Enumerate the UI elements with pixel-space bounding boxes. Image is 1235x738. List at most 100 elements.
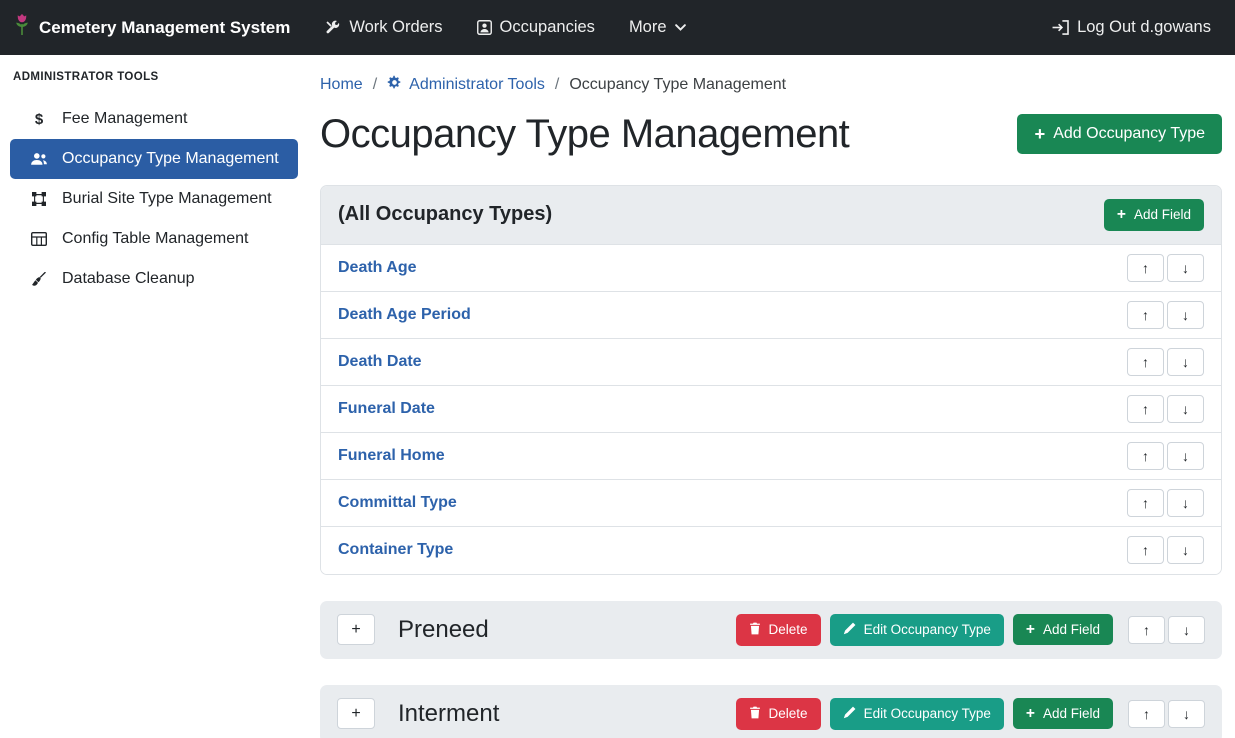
breadcrumb-current: Occupancy Type Management — [569, 76, 786, 94]
field-row: Death Date ↑↓ — [321, 339, 1221, 386]
gear-icon — [387, 75, 402, 95]
plus-icon: + — [1026, 706, 1035, 722]
top-navbar: Cemetery Management System Work Orders O… — [0, 0, 1235, 55]
add-occupancy-type-label: Add Occupancy Type — [1053, 125, 1205, 143]
move-down-button[interactable]: ↓ — [1168, 616, 1205, 644]
field-link[interactable]: Funeral Date — [338, 400, 435, 418]
occupancies-icon — [477, 20, 492, 35]
table-icon — [28, 232, 50, 246]
sidebar-item-label: Database Cleanup — [62, 270, 195, 288]
work-orders-icon — [324, 20, 341, 35]
sidebar-item-label: Burial Site Type Management — [62, 190, 272, 208]
field-link[interactable]: Death Date — [338, 353, 422, 371]
nav-more-label: More — [629, 18, 667, 37]
sidebar-heading: Administrator Tools — [0, 71, 308, 83]
move-up-button[interactable]: ↑ — [1127, 301, 1164, 329]
occupancy-type-section-interment: + Interment Delete Edit Occupancy Type +Add … — [320, 685, 1222, 738]
delete-button[interactable]: Delete — [736, 698, 821, 730]
edit-occupancy-type-button[interactable]: Edit Occupancy Type — [830, 698, 1004, 730]
field-row: Container Type ↑↓ — [321, 527, 1221, 574]
dollar-icon: $ — [28, 111, 50, 128]
sidebar: Administrator Tools $ Fee Management Occup… — [0, 55, 308, 738]
nav-work-orders[interactable]: Work Orders — [324, 18, 442, 37]
breadcrumb-home-link[interactable]: Home — [320, 76, 363, 94]
sidebar-item-fee-management[interactable]: $ Fee Management — [10, 99, 298, 139]
add-occupancy-type-button[interactable]: + Add Occupancy Type — [1017, 114, 1222, 154]
field-list: Death Age↑↓Death Age Period↑↓Death Date↑… — [321, 245, 1221, 574]
sidebar-item-occupancy-type-management[interactable]: Occupancy Type Management — [10, 139, 298, 179]
nav-more[interactable]: More — [629, 18, 686, 37]
plus-icon: + — [1034, 125, 1045, 143]
logout-link[interactable]: Log Out d.gowans — [1052, 18, 1211, 37]
app-brand: Cemetery Management System — [14, 14, 290, 41]
move-down-button[interactable]: ↓ — [1167, 395, 1204, 423]
move-down-button[interactable]: ↓ — [1168, 700, 1205, 728]
breadcrumb-separator: / — [555, 76, 559, 94]
move-down-button[interactable]: ↓ — [1167, 536, 1204, 564]
reorder-controls: ↑↓ — [1127, 442, 1204, 470]
field-link[interactable]: Funeral Home — [338, 447, 445, 465]
sidebar-item-label: Fee Management — [62, 110, 187, 128]
move-down-button[interactable]: ↓ — [1167, 254, 1204, 282]
add-field-button[interactable]: +Add Field — [1013, 614, 1113, 646]
move-up-button[interactable]: ↑ — [1127, 395, 1164, 423]
sidebar-item-database-cleanup[interactable]: Database Cleanup — [10, 259, 298, 299]
flower-logo-icon — [14, 14, 30, 41]
breadcrumb-admin-tools-label: Administrator Tools — [409, 76, 545, 94]
all-occupancy-types-header: (All Occupancy Types) + Add Field — [321, 186, 1221, 245]
breadcrumb-admin-tools-link[interactable]: Administrator Tools — [387, 75, 545, 95]
logout-label: Log Out d.gowans — [1077, 18, 1211, 37]
move-down-button[interactable]: ↓ — [1167, 348, 1204, 376]
chevron-down-icon — [675, 24, 686, 31]
move-down-button[interactable]: ↓ — [1167, 442, 1204, 470]
sidebar-list: $ Fee Management Occupancy Type Management… — [0, 99, 308, 299]
expand-button[interactable]: + — [337, 698, 375, 729]
move-up-button[interactable]: ↑ — [1127, 536, 1164, 564]
trash-icon — [749, 706, 761, 722]
nav-occupancies[interactable]: Occupancies — [477, 18, 595, 37]
page-title: Occupancy Type Management — [320, 109, 849, 159]
all-occupancy-types-title: (All Occupancy Types) — [338, 203, 552, 226]
all-occupancy-types-card: (All Occupancy Types) + Add Field Death … — [320, 185, 1222, 575]
field-link[interactable]: Death Age Period — [338, 306, 471, 324]
field-row: Funeral Home ↑↓ — [321, 433, 1221, 480]
move-down-button[interactable]: ↓ — [1167, 489, 1204, 517]
delete-button[interactable]: Delete — [736, 614, 821, 646]
section-title: Preneed — [398, 616, 489, 644]
reorder-controls: ↑↓ — [1127, 489, 1204, 517]
move-up-button[interactable]: ↑ — [1127, 348, 1164, 376]
section-title: Interment — [398, 700, 499, 728]
users-icon — [28, 152, 50, 166]
move-up-button[interactable]: ↑ — [1128, 700, 1165, 728]
move-up-button[interactable]: ↑ — [1127, 442, 1164, 470]
sidebar-item-label: Occupancy Type Management — [62, 150, 279, 168]
move-up-button[interactable]: ↑ — [1127, 489, 1164, 517]
burial-site-icon — [28, 192, 50, 206]
sidebar-item-config-table-management[interactable]: Config Table Management — [10, 219, 298, 259]
occupancy-type-section-preneed: + Preneed Delete Edit Occupancy Type +Add Fi… — [320, 601, 1222, 659]
nav-work-orders-label: Work Orders — [349, 18, 442, 37]
sections: + Preneed Delete Edit Occupancy Type +Add Fi… — [320, 601, 1222, 738]
field-row: Death Age Period ↑↓ — [321, 292, 1221, 339]
sidebar-item-burial-site-type-management[interactable]: Burial Site Type Management — [10, 179, 298, 219]
move-down-button[interactable]: ↓ — [1167, 301, 1204, 329]
move-up-button[interactable]: ↑ — [1128, 616, 1165, 644]
expand-button[interactable]: + — [337, 614, 375, 645]
move-up-button[interactable]: ↑ — [1127, 254, 1164, 282]
add-field-label: Add Field — [1134, 207, 1191, 222]
field-link[interactable]: Death Age — [338, 259, 417, 277]
field-link[interactable]: Container Type — [338, 541, 453, 559]
edit-occupancy-type-button[interactable]: Edit Occupancy Type — [830, 614, 1004, 646]
reorder-controls: ↑↓ — [1127, 254, 1204, 282]
add-field-button[interactable]: +Add Field — [1013, 698, 1113, 730]
breadcrumb-separator: / — [373, 76, 377, 94]
reorder-controls: ↑↓ — [1128, 700, 1205, 728]
reorder-controls: ↑↓ — [1128, 616, 1205, 644]
broom-icon — [28, 272, 50, 287]
pencil-icon — [843, 706, 856, 722]
main-content: Home / Administrator Tools / Occupancy T… — [308, 55, 1235, 738]
field-row: Committal Type ↑↓ — [321, 480, 1221, 527]
add-field-button[interactable]: + Add Field — [1104, 199, 1204, 231]
reorder-controls: ↑↓ — [1127, 301, 1204, 329]
field-link[interactable]: Committal Type — [338, 494, 457, 512]
